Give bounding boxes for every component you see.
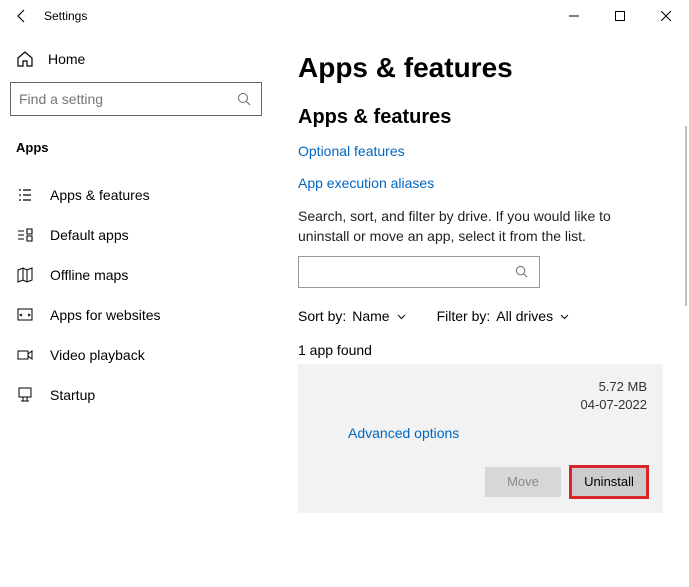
sidebar-home-label: Home bbox=[48, 51, 85, 67]
sidebar-item-label: Startup bbox=[50, 387, 95, 403]
sidebar-home[interactable]: Home bbox=[10, 40, 262, 82]
back-button[interactable] bbox=[0, 0, 44, 32]
map-icon bbox=[16, 266, 34, 284]
app-search-input[interactable] bbox=[307, 265, 513, 280]
filter-by-dropdown[interactable]: All drives bbox=[496, 308, 570, 324]
list-icon bbox=[16, 186, 34, 204]
description-text: Search, sort, and filter by drive. If yo… bbox=[298, 207, 663, 246]
find-setting-search[interactable] bbox=[10, 82, 262, 116]
sidebar-item-video-playback[interactable]: Video playback bbox=[10, 335, 262, 375]
sidebar-item-label: Apps for websites bbox=[50, 307, 161, 323]
close-icon bbox=[661, 11, 671, 21]
arrow-left-icon bbox=[14, 8, 30, 24]
sort-by-dropdown[interactable]: Name bbox=[352, 308, 406, 324]
search-icon bbox=[513, 263, 531, 281]
sidebar-item-apps-features[interactable]: Apps & features bbox=[10, 175, 262, 215]
close-button[interactable] bbox=[643, 0, 689, 32]
main-content: Apps & features Apps & features Optional… bbox=[272, 32, 689, 587]
video-icon bbox=[16, 346, 34, 364]
sidebar-section-label: Apps bbox=[10, 136, 262, 175]
filter-by-label: Filter by: bbox=[437, 308, 491, 324]
home-icon bbox=[16, 50, 34, 68]
app-count: 1 app found bbox=[298, 342, 663, 358]
app-size: 5.72 MB bbox=[581, 378, 648, 396]
sidebar-item-label: Video playback bbox=[50, 347, 145, 363]
sidebar-item-label: Default apps bbox=[50, 227, 129, 243]
scrollbar[interactable] bbox=[685, 126, 687, 306]
app-search[interactable] bbox=[298, 256, 540, 288]
filter-by-value: All drives bbox=[496, 308, 553, 324]
section-heading: Apps & features bbox=[298, 106, 663, 129]
maximize-icon bbox=[615, 11, 625, 21]
window-title: Settings bbox=[44, 9, 87, 23]
advanced-options-link[interactable]: Advanced options bbox=[348, 425, 459, 441]
chevron-down-icon bbox=[396, 311, 407, 322]
find-setting-input[interactable] bbox=[19, 91, 235, 107]
sidebar-item-offline-maps[interactable]: Offline maps bbox=[10, 255, 262, 295]
uninstall-button[interactable]: Uninstall bbox=[571, 467, 647, 497]
sidebar-item-default-apps[interactable]: Default apps bbox=[10, 215, 262, 255]
minimize-button[interactable] bbox=[551, 0, 597, 32]
chevron-down-icon bbox=[559, 311, 570, 322]
maximize-button[interactable] bbox=[597, 0, 643, 32]
app-list-item[interactable]: 5.72 MB 04-07-2022 Advanced options Move… bbox=[298, 364, 663, 512]
startup-icon bbox=[16, 386, 34, 404]
sort-by-label: Sort by: bbox=[298, 308, 346, 324]
apps-websites-icon bbox=[16, 306, 34, 324]
sidebar-item-startup[interactable]: Startup bbox=[10, 375, 262, 415]
sort-by-value: Name bbox=[352, 308, 389, 324]
default-apps-icon bbox=[16, 226, 34, 244]
sidebar-item-label: Offline maps bbox=[50, 267, 128, 283]
sidebar-item-label: Apps & features bbox=[50, 187, 150, 203]
page-title: Apps & features bbox=[298, 52, 663, 84]
minimize-icon bbox=[569, 11, 579, 21]
sidebar: Home Apps Apps & features Default apps O… bbox=[0, 32, 272, 587]
sidebar-item-apps-websites[interactable]: Apps for websites bbox=[10, 295, 262, 335]
app-date: 04-07-2022 bbox=[581, 396, 648, 414]
optional-features-link[interactable]: Optional features bbox=[298, 143, 663, 159]
move-button: Move bbox=[485, 467, 561, 497]
app-execution-aliases-link[interactable]: App execution aliases bbox=[298, 175, 663, 191]
search-icon bbox=[235, 90, 253, 108]
